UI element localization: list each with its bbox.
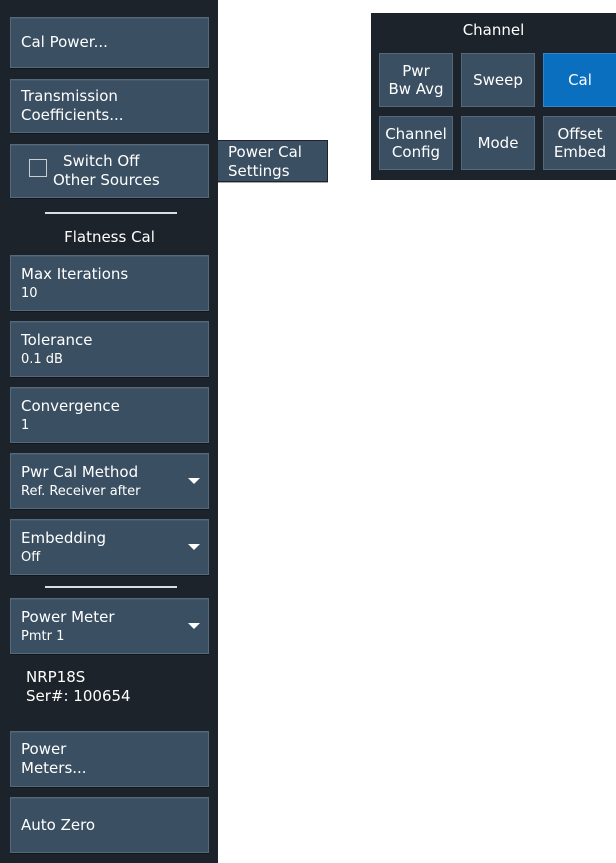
chevron-down-icon [188, 544, 200, 550]
power-meter-value: Pmtr 1 [21, 628, 65, 644]
sweep-label: Sweep [473, 71, 523, 89]
cal-sidebar-panel: Cal Power... Transmission Coefficients..… [0, 0, 218, 863]
max-iterations-value: 10 [21, 285, 38, 301]
auto-zero-label: Auto Zero [21, 815, 96, 834]
power-meter-dropdown[interactable]: Power Meter Pmtr 1 [10, 598, 209, 654]
separator [45, 586, 177, 588]
channel-title: Channel [462, 21, 525, 39]
flyout-label-line1: Power Cal [228, 143, 302, 161]
separator [45, 212, 177, 214]
mode-button[interactable]: Mode [461, 116, 535, 170]
offset-embed-button[interactable]: Offset Embed [543, 116, 616, 170]
cal-power-button[interactable]: Cal Power... [10, 17, 209, 68]
pwr-cal-method-value: Ref. Receiver after [21, 483, 141, 499]
sweep-button[interactable]: Sweep [461, 53, 535, 107]
pwr-bw-avg-line2: Bw Avg [388, 80, 444, 98]
channel-menu-panel: Channel Pwr Bw Avg Sweep Cal Channel Con… [371, 13, 616, 180]
switch-off-label-line2: Other Sources [53, 171, 160, 189]
convergence-label: Convergence [21, 396, 120, 415]
power-meter-label: Power Meter [21, 607, 115, 626]
tolerance-field[interactable]: Tolerance 0.1 dB [10, 321, 209, 377]
chevron-down-icon [188, 478, 200, 484]
embedding-dropdown[interactable]: Embedding Off [10, 519, 209, 575]
cal-power-label: Cal Power... [21, 33, 108, 51]
embedding-value: Off [21, 549, 41, 565]
transmission-coefficients-button[interactable]: Transmission Coefficients... [10, 79, 209, 133]
channel-config-line2: Config [391, 143, 441, 161]
auto-zero-button[interactable]: Auto Zero [10, 797, 209, 853]
cal-label: Cal [568, 71, 592, 89]
pwr-bw-avg-button[interactable]: Pwr Bw Avg [379, 53, 453, 107]
power-meter-serial: Ser#: 100654 [26, 687, 131, 705]
channel-config-button[interactable]: Channel Config [379, 116, 453, 170]
flatness-cal-title: Flatness Cal [64, 228, 155, 246]
channel-config-line1: Channel [385, 125, 447, 143]
offset-embed-line2: Embed [553, 143, 607, 161]
tolerance-label: Tolerance [21, 330, 93, 349]
offset-embed-line1: Offset [557, 125, 603, 143]
pwr-bw-avg-line1: Pwr [402, 62, 430, 80]
tolerance-value: 0.1 dB [21, 351, 63, 367]
max-iterations-label: Max Iterations [21, 264, 129, 283]
cal-button[interactable]: Cal [543, 53, 616, 107]
max-iterations-field[interactable]: Max Iterations 10 [10, 255, 209, 311]
power-cal-settings-flyout[interactable]: Power Cal Settings [218, 140, 328, 182]
convergence-value: 1 [21, 417, 30, 433]
flyout-label-line2: Settings [228, 162, 290, 180]
power-meters-label-line2: Meters... [21, 759, 87, 777]
switch-off-checkbox[interactable] [29, 159, 47, 177]
power-meter-model: NRP18S [26, 668, 86, 686]
mode-label: Mode [477, 134, 519, 152]
power-meters-label-line1: Power [21, 740, 67, 758]
pwr-cal-method-label: Pwr Cal Method [21, 462, 139, 481]
chevron-down-icon [188, 623, 200, 629]
convergence-field[interactable]: Convergence 1 [10, 387, 209, 443]
switch-off-label-line1: Switch Off [63, 152, 140, 170]
transmission-label-line2: Coefficients... [21, 106, 124, 124]
switch-off-other-sources-toggle[interactable]: Switch Off Other Sources [10, 144, 209, 198]
power-meters-button[interactable]: Power Meters... [10, 731, 209, 787]
pwr-cal-method-dropdown[interactable]: Pwr Cal Method Ref. Receiver after [10, 453, 209, 509]
embedding-label: Embedding [21, 528, 107, 547]
transmission-label-line1: Transmission [21, 87, 118, 105]
